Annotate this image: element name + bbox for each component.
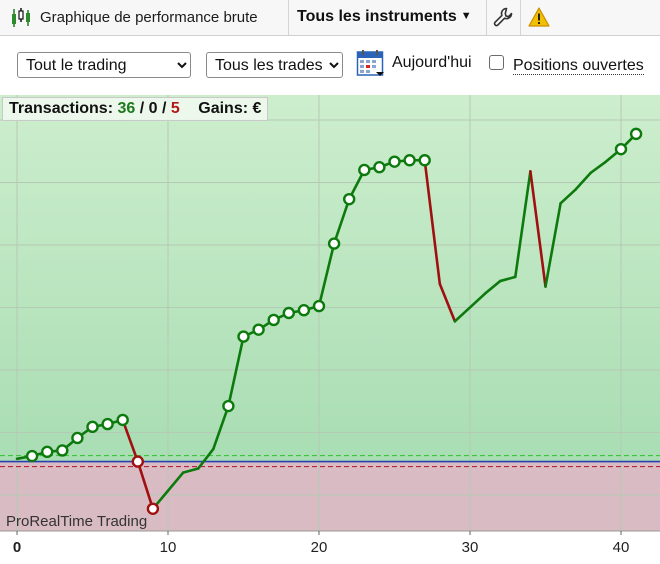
warning-icon[interactable] [528,7,550,32]
trade-marker [327,237,341,250]
x-axis-band [0,531,660,559]
transactions-label: Transactions: [9,100,114,117]
trade-marker [116,413,129,427]
trade-marker [222,399,235,413]
window-title: Graphique de performance brute [40,9,258,26]
trade-marker [71,431,84,445]
separator: / [139,100,145,117]
x-tick-label: 40 [613,539,630,556]
trade-marker [629,127,643,141]
trade-marker [267,313,280,327]
instruments-label: Tous les instruments [297,8,457,25]
trade-marker [237,330,250,343]
candlestick-chart-icon [10,7,34,34]
trade-marker [343,192,356,206]
x-tick-label: 30 [462,539,479,556]
trade-marker [403,154,416,167]
chevron-down-icon: ▼ [460,10,472,22]
instruments-dropdown[interactable]: Tous les instruments ▼ [297,8,472,26]
x-tick-label: 10 [160,539,177,556]
trade-marker [297,304,311,317]
trade-marker [418,154,431,167]
performance-chart[interactable]: 0 10 20 30 40 [0,95,660,559]
trade-marker [86,420,99,434]
neutral-count: 0 [148,100,158,117]
performance-chart-svg: 0 10 20 30 40 [0,95,660,559]
wrench-icon[interactable] [493,7,513,32]
x-tick-label: 20 [311,539,328,556]
separator: / [162,100,167,117]
winning-count: 36 [117,100,136,117]
calendar-icon[interactable] [356,48,386,83]
transactions-summary: Transactions: 36 / 0 / 5 Gains: € [2,97,269,121]
trade-marker [131,455,145,468]
trade-marker [312,299,326,313]
trade-marker [358,163,371,177]
filter-bar: Tout le trading Tous les trades Aujourd'… [0,36,660,94]
trade-marker [373,161,386,174]
trade-marker [252,323,265,336]
trade-marker [388,155,401,168]
trade-marker [101,417,114,431]
trades-select[interactable]: Tous les trades [206,52,343,78]
gains-label: Gains: € [198,100,262,117]
trade-marker [146,502,160,515]
trade-marker [41,445,54,459]
trade-marker [614,142,628,156]
losing-count: 5 [170,100,180,117]
x-tick-label: 0 [13,539,21,556]
open-positions-label[interactable]: Positions ouvertes [513,57,644,75]
toolbar: Graphique de performance brute Tous les … [0,0,660,36]
trade-marker [282,306,295,320]
today-button[interactable]: Aujourd'hui [392,54,472,72]
trade-marker [25,449,39,463]
trade-marker [56,444,69,457]
scope-select[interactable]: Tout le trading [17,52,191,78]
profit-zone [0,95,660,462]
watermark: ProRealTime Trading [6,513,148,530]
open-positions-checkbox[interactable] [489,55,504,70]
